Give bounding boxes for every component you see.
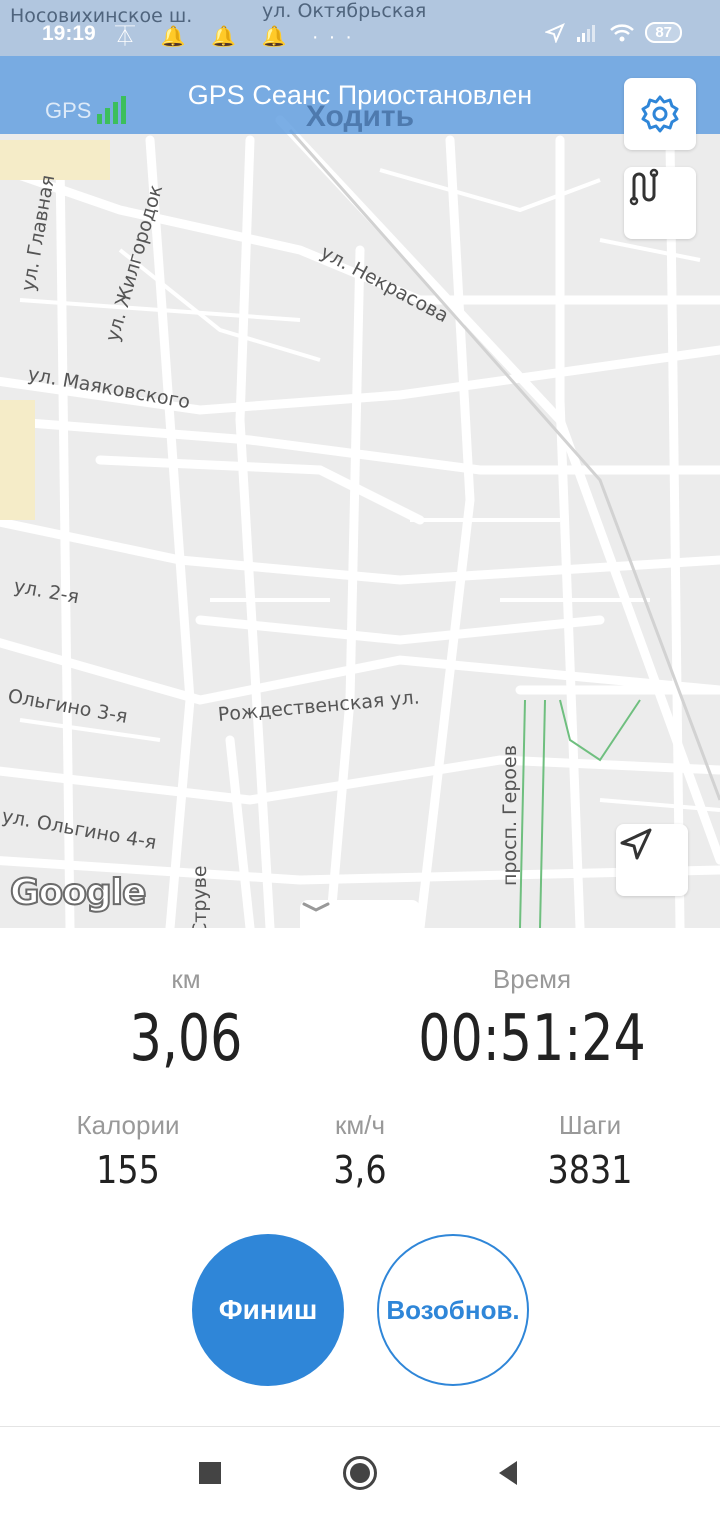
status-right: 87 bbox=[545, 22, 682, 43]
route-icon bbox=[629, 168, 659, 206]
settings-button[interactable] bbox=[624, 78, 696, 150]
time-value: 00:51:24 bbox=[418, 1002, 646, 1076]
resume-button[interactable]: Возобнов. bbox=[377, 1234, 529, 1386]
back-button[interactable] bbox=[488, 1453, 528, 1493]
steps-value: 3831 bbox=[547, 1148, 633, 1192]
chevron-down-icon bbox=[302, 902, 330, 912]
location-icon bbox=[545, 22, 566, 43]
status-time: 19:19 bbox=[42, 22, 96, 45]
google-logo: Google bbox=[9, 871, 148, 914]
distance-label: км bbox=[171, 964, 201, 994]
gps-signal-indicator: GPS bbox=[45, 96, 127, 124]
wifi-icon bbox=[610, 23, 635, 41]
my-location-button[interactable] bbox=[616, 824, 688, 896]
collapse-panel-button[interactable] bbox=[300, 900, 420, 928]
back-triangle-icon bbox=[499, 1461, 517, 1485]
gps-label: GPS bbox=[45, 98, 92, 123]
notification-icons: ⏄ 🔔 🔔 🔔 ··· bbox=[115, 26, 362, 48]
status-bar: 19:19 ⏄ 🔔 🔔 🔔 ··· 87 bbox=[0, 0, 720, 56]
signal-icon bbox=[577, 24, 596, 42]
gps-bars-icon bbox=[97, 96, 127, 124]
calories-value: 155 bbox=[96, 1148, 160, 1192]
navigation-arrow-icon bbox=[620, 828, 652, 860]
stats-panel: км 3,06 Время 00:51:24 Калории 155 км/ч … bbox=[0, 928, 720, 1426]
battery-indicator: 87 bbox=[645, 22, 682, 43]
speed-label: км/ч bbox=[334, 1110, 386, 1140]
distance-value: 3,06 bbox=[129, 1002, 243, 1076]
map-view[interactable]: Носовихинское ш. ул. Октябрьская ул. Гла… bbox=[0, 0, 720, 928]
street-label: просп. Героев bbox=[499, 745, 521, 886]
home-button[interactable] bbox=[340, 1453, 380, 1493]
street-label: Струве bbox=[189, 865, 211, 928]
finish-button[interactable]: Финиш bbox=[192, 1234, 344, 1386]
steps-label: Шаги bbox=[558, 1110, 622, 1140]
gear-icon bbox=[641, 95, 679, 133]
calories-label: Калории bbox=[76, 1110, 180, 1140]
square-icon bbox=[199, 1462, 221, 1484]
recents-button[interactable] bbox=[190, 1453, 230, 1493]
route-button[interactable] bbox=[624, 167, 696, 239]
speed-value: 3,6 bbox=[333, 1148, 387, 1192]
time-label: Время bbox=[492, 964, 572, 994]
map-roads bbox=[0, 115, 720, 928]
circle-icon bbox=[343, 1456, 377, 1490]
app-header: Ходить GPS Сеанс Приостановлен GPS bbox=[0, 56, 720, 150]
system-nav-bar bbox=[0, 1426, 720, 1521]
